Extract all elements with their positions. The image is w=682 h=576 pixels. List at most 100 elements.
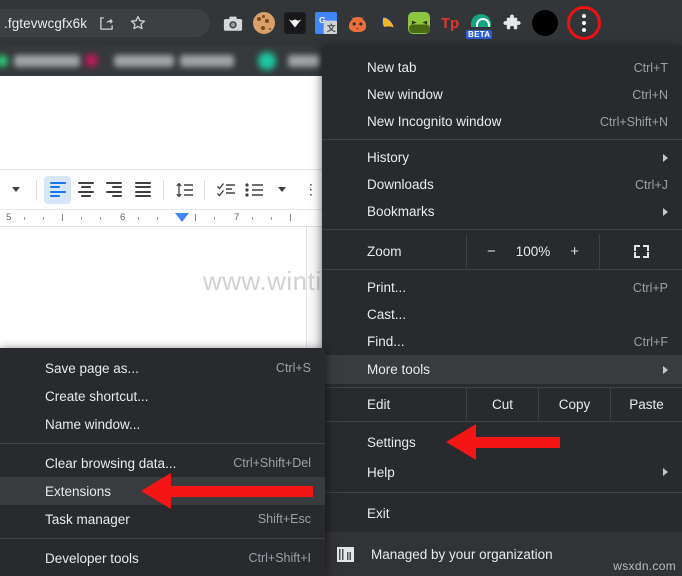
menu-item-label: Save page as...: [45, 360, 139, 376]
menu-item-task-manager[interactable]: Task manager Shift+Esc: [0, 505, 325, 533]
menu-item-label: Downloads: [367, 177, 434, 192]
list-options-dropdown[interactable]: [269, 176, 295, 204]
chevron-right-icon: [663, 468, 668, 476]
menu-item-label: Task manager: [45, 511, 130, 527]
menu-item-save-page-as[interactable]: Save page as... Ctrl+S: [0, 354, 325, 382]
line-spacing-button[interactable]: [171, 176, 197, 204]
beta-extension-icon[interactable]: BETA: [466, 12, 493, 39]
align-center-button[interactable]: [73, 176, 99, 204]
menu-item-label: More tools: [367, 362, 431, 377]
bookmark-item[interactable]: [114, 55, 174, 67]
extensions-puzzle-icon[interactable]: [501, 12, 523, 34]
menu-item-help[interactable]: Help: [322, 457, 682, 487]
menu-item-label: New tab: [367, 60, 417, 75]
watermark-secondary: wsxdn.com: [613, 559, 676, 573]
menu-item-shortcut: Ctrl+F: [633, 334, 668, 349]
menu-item-shortcut: Ctrl+S: [275, 361, 311, 375]
three-dot-menu-button[interactable]: [567, 6, 601, 40]
zoom-in-button[interactable]: +: [570, 243, 579, 260]
menu-item-label: Bookmarks: [367, 204, 435, 219]
menu-item-label: Name window...: [45, 416, 141, 432]
menu-separator: [0, 443, 325, 444]
menu-item-new-incognito-window[interactable]: New Incognito window Ctrl+Shift+N: [322, 108, 682, 135]
cut-button[interactable]: Cut: [466, 388, 538, 421]
menu-item-create-shortcut[interactable]: Create shortcut...: [0, 382, 325, 410]
google-translate-extension-icon[interactable]: G 文: [315, 12, 337, 34]
menu-item-new-tab[interactable]: New tab Ctrl+T: [322, 54, 682, 81]
docs-ruler[interactable]: 5 6 7: [0, 210, 325, 227]
bookmark-item[interactable]: [288, 55, 320, 67]
star-icon[interactable]: [125, 10, 151, 36]
arc-icon: [471, 13, 491, 27]
ruler-number: 5: [6, 212, 12, 223]
menu-item-name-window[interactable]: Name window...: [0, 410, 325, 438]
menu-item-label: Clear browsing data...: [45, 455, 177, 471]
green-extension-icon[interactable]: [408, 12, 430, 34]
extensions-strip: G 文 Tp BETA: [222, 0, 601, 46]
paste-button[interactable]: Paste: [610, 388, 682, 421]
menu-item-new-window[interactable]: New window Ctrl+N: [322, 81, 682, 108]
menu-item-print[interactable]: Print... Ctrl+P: [322, 274, 682, 301]
menu-item-label: Developer tools: [45, 550, 139, 566]
menu-item-bookmarks[interactable]: Bookmarks: [322, 198, 682, 225]
font-size-dropdown[interactable]: [3, 176, 29, 204]
zoom-out-button[interactable]: −: [487, 243, 496, 260]
menu-item-label: Cast...: [367, 307, 407, 322]
zoom-controls: − 100% +: [466, 234, 600, 269]
bookmark-favicon[interactable]: [85, 54, 98, 67]
menu-separator: [322, 229, 682, 230]
share-icon[interactable]: [93, 10, 119, 36]
ruler-number: 6: [120, 212, 126, 223]
menu-item-more-tools[interactable]: More tools: [322, 355, 682, 384]
chevron-right-icon: [663, 153, 668, 162]
managed-by-organization-label: Managed by your organization: [371, 546, 553, 562]
menu-item-cast[interactable]: Cast...: [322, 301, 682, 328]
menu-item-developer-tools[interactable]: Developer tools Ctrl+Shift+I: [0, 544, 325, 572]
chevron-right-icon: [663, 207, 668, 216]
screenshot-extension-icon[interactable]: [222, 12, 244, 34]
arrow-shaft: [167, 485, 313, 497]
menu-separator: [0, 538, 325, 539]
checklist-icon: [216, 183, 235, 197]
toolsplus-extension-icon[interactable]: Tp: [439, 12, 461, 34]
browser-toolbar: .fgtevwcgfx6k G 文 Tp BETA: [0, 0, 682, 46]
address-bar[interactable]: .fgtevwcgfx6k: [0, 9, 210, 37]
menu-row-edit: Edit Cut Copy Paste: [322, 388, 682, 421]
arrow-shaft: [472, 436, 560, 448]
edit-label: Edit: [367, 397, 391, 412]
cookie-extension-icon[interactable]: [253, 12, 275, 34]
menu-item-history[interactable]: History: [322, 144, 682, 171]
profile-avatar[interactable]: [532, 10, 558, 36]
align-right-button[interactable]: [101, 176, 127, 204]
more-options-button[interactable]: ⋮: [298, 176, 324, 204]
align-left-icon: [49, 181, 66, 198]
menu-item-find[interactable]: Find... Ctrl+F: [322, 328, 682, 355]
toolbar-divider: [163, 179, 164, 200]
owl-extension-icon[interactable]: [284, 12, 306, 34]
docs-formatting-toolbar: ⋮: [0, 169, 325, 210]
menu-item-exit[interactable]: Exit: [322, 498, 682, 528]
firefox-send-extension-icon[interactable]: [346, 12, 368, 34]
bookmark-item[interactable]: [14, 55, 80, 67]
align-justify-button[interactable]: [130, 176, 156, 204]
indent-marker[interactable]: [175, 213, 189, 222]
fullscreen-button[interactable]: [600, 234, 682, 269]
checklist-button[interactable]: [212, 176, 238, 204]
bookmark-favicon[interactable]: [0, 55, 8, 67]
copy-button[interactable]: Copy: [538, 388, 610, 421]
menu-item-downloads[interactable]: Downloads Ctrl+J: [322, 171, 682, 198]
organization-building-icon: [337, 546, 354, 562]
menu-item-label: Create shortcut...: [45, 388, 149, 404]
bulleted-list-button[interactable]: [241, 176, 267, 204]
circle-highlight-annotation: [567, 6, 601, 40]
bookmark-item[interactable]: [180, 55, 234, 67]
menu-item-shortcut: Shift+Esc: [257, 512, 311, 526]
chrome-main-menu: New tab Ctrl+T New window Ctrl+N New Inc…: [322, 46, 682, 576]
align-center-icon: [77, 181, 94, 198]
honey-extension-icon[interactable]: [377, 12, 399, 34]
line-spacing-icon: [176, 182, 193, 197]
align-left-button[interactable]: [44, 175, 71, 204]
bookmark-favicon[interactable]: [258, 52, 276, 70]
menu-item-label: Find...: [367, 334, 405, 349]
menu-separator: [322, 139, 682, 140]
